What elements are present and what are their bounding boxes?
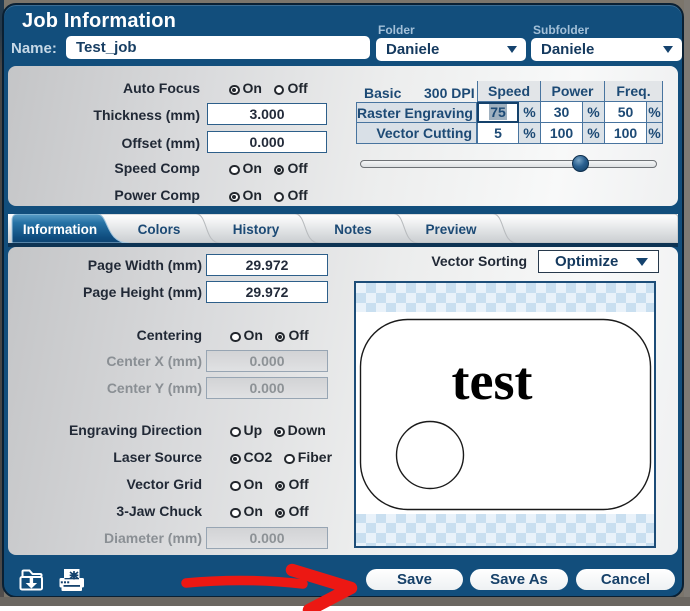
svg-text:Colors: Colors	[138, 222, 181, 237]
svg-text:test: test	[452, 351, 533, 411]
svg-text:History: History	[233, 222, 280, 237]
svg-text:Information: Information	[23, 222, 97, 237]
svg-text:Preview: Preview	[425, 222, 477, 237]
svg-text:Notes: Notes	[334, 222, 372, 237]
